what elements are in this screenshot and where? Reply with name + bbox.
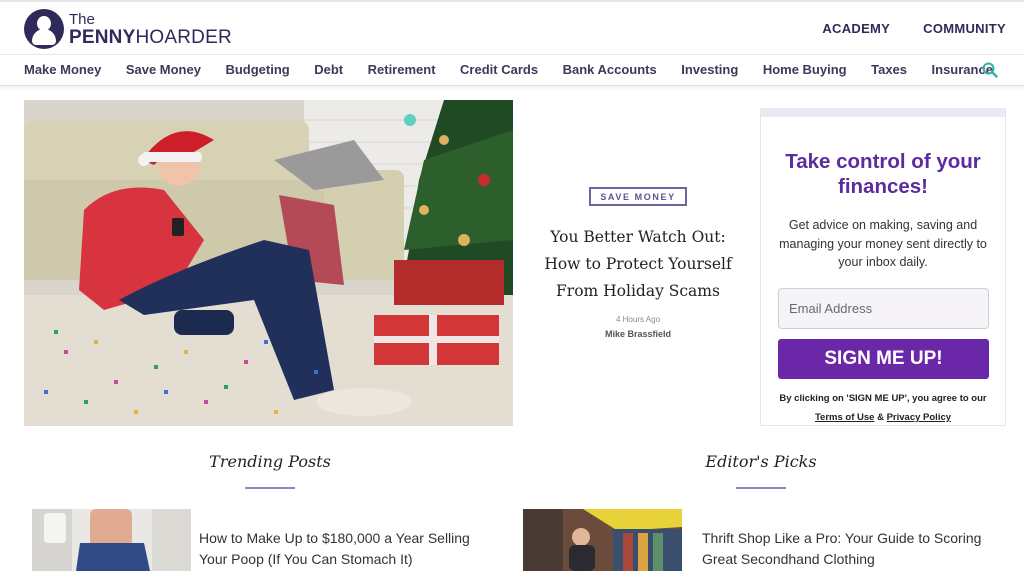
top-links: ACADEMY COMMUNITY <box>822 21 1006 36</box>
sign-me-up-button[interactable]: SIGN ME UP! <box>778 339 989 379</box>
category-tag[interactable]: SAVE MONEY <box>589 187 687 206</box>
nav-item-save-money[interactable]: Save Money <box>126 62 201 77</box>
search-icon[interactable] <box>981 61 999 79</box>
nav-item-credit-cards[interactable]: Credit Cards <box>460 62 538 77</box>
nav-item-make-money[interactable]: Make Money <box>24 62 101 77</box>
trending-posts-heading: Trending Posts <box>209 452 331 471</box>
category-nav: Make Money Save Money Budgeting Debt Ret… <box>0 54 1024 86</box>
legal-prefix: By clicking on 'SIGN ME UP', you agree t… <box>779 393 987 404</box>
email-field[interactable] <box>778 288 989 329</box>
trending-post-title[interactable]: How to Make Up to $180,000 a Year Sellin… <box>199 528 499 570</box>
nav-item-budgeting[interactable]: Budgeting <box>225 62 289 77</box>
hero-article-title[interactable]: You Better Watch Out: How to Protect You… <box>531 224 745 305</box>
nav-item-debt[interactable]: Debt <box>314 62 343 77</box>
hero-article: SAVE MONEY You Better Watch Out: How to … <box>531 187 745 339</box>
community-link[interactable]: COMMUNITY <box>923 21 1006 36</box>
site-header: The PENNYHOARDER ACADEMY COMMUNITY <box>0 0 1024 54</box>
logo-hoarder-text: HOARDER <box>135 26 232 48</box>
nav-item-taxes[interactable]: Taxes <box>871 62 907 77</box>
academy-link[interactable]: ACADEMY <box>822 21 890 36</box>
editors-divider <box>736 487 786 489</box>
terms-of-use-link[interactable]: Terms of Use <box>815 412 874 423</box>
editors-pick-thumbnail[interactable] <box>523 509 682 571</box>
logo-silhouette-icon <box>24 9 64 49</box>
site-logo[interactable]: The PENNYHOARDER <box>24 9 232 49</box>
legal-ampersand: & <box>877 412 884 423</box>
signup-title: Take control of your finances! <box>785 150 981 198</box>
nav-item-investing[interactable]: Investing <box>681 62 738 77</box>
newsletter-signup: Take control of your finances! Get advic… <box>760 108 1006 426</box>
logo-the-text: The <box>69 10 95 28</box>
logo-wordmark: The PENNYHOARDER <box>69 12 232 47</box>
trending-post-thumbnail[interactable] <box>32 509 191 571</box>
nav-item-home-buying[interactable]: Home Buying <box>763 62 847 77</box>
editors-picks-heading: Editor's Picks <box>705 452 817 471</box>
article-timestamp: 4 Hours Ago <box>615 315 661 324</box>
editors-pick-title[interactable]: Thrift Shop Like a Pro: Your Guide to Sc… <box>702 528 992 570</box>
signup-description: Get advice on making, saving and managin… <box>779 218 987 269</box>
privacy-policy-link[interactable]: Privacy Policy <box>887 412 951 423</box>
nav-item-retirement[interactable]: Retirement <box>368 62 436 77</box>
article-author[interactable]: Mike Brassfield <box>531 329 745 339</box>
logo-penny-text: PENNY <box>69 26 136 48</box>
nav-item-bank-accounts[interactable]: Bank Accounts <box>563 62 657 77</box>
signup-legal-text: By clicking on 'SIGN ME UP', you agree t… <box>761 389 1005 427</box>
trending-divider <box>245 487 295 489</box>
hero-article-image[interactable] <box>24 100 513 426</box>
